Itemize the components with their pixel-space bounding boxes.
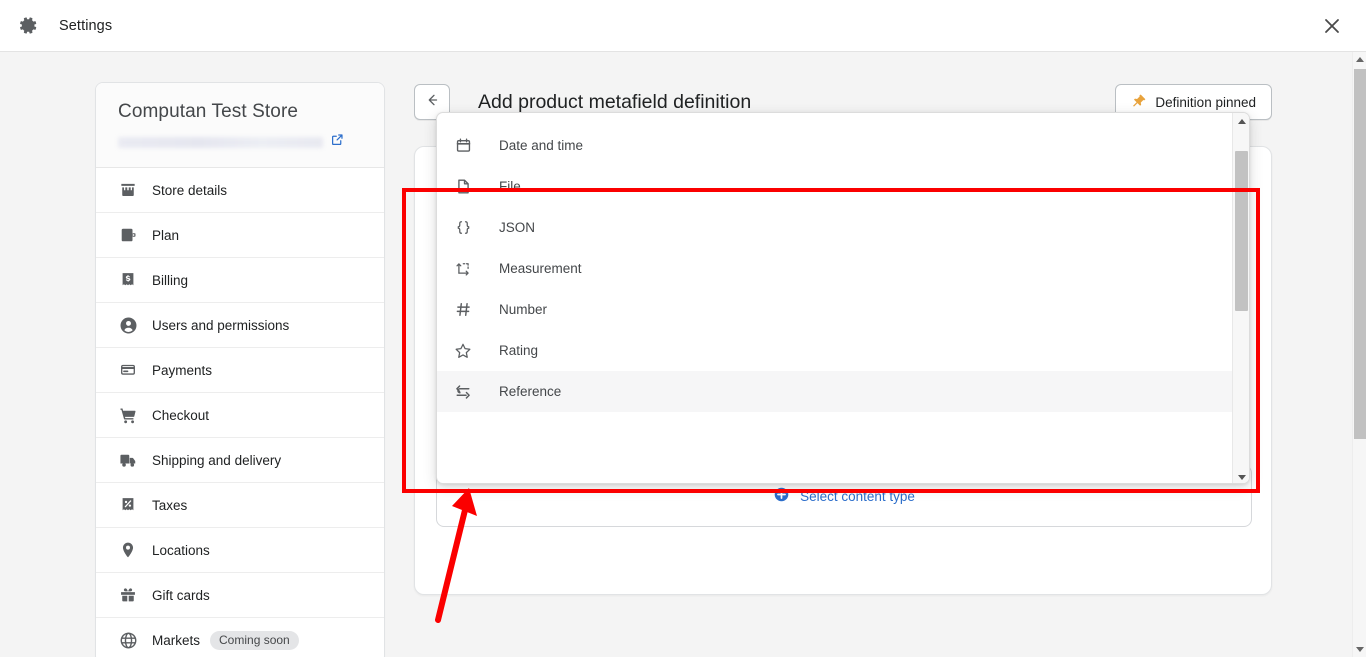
store-url-row[interactable] xyxy=(118,133,364,151)
status-badge: Coming soon xyxy=(210,631,299,650)
settings-page-body: Computan Test Store Store details Plan B… xyxy=(0,52,1352,657)
braces-icon xyxy=(453,218,473,238)
sidebar-item-markets[interactable]: Markets Coming soon xyxy=(96,618,384,657)
sidebar-item-taxes[interactable]: Taxes xyxy=(96,483,384,528)
dropdown-item-reference[interactable]: Reference xyxy=(437,371,1232,412)
external-link-icon[interactable] xyxy=(331,133,344,151)
gear-icon xyxy=(18,15,39,36)
location-pin-icon xyxy=(118,540,138,560)
globe-icon xyxy=(118,631,138,651)
scroll-down-arrow-icon[interactable] xyxy=(1353,642,1366,657)
payment-card-icon xyxy=(118,360,138,380)
calendar-icon xyxy=(453,136,473,156)
sidebar-item-label: Checkout xyxy=(152,407,210,423)
wallet-icon xyxy=(118,225,138,245)
shopping-cart-icon xyxy=(118,405,138,425)
sidebar-item-label: Locations xyxy=(152,542,210,558)
person-icon xyxy=(118,315,138,335)
dropdown-item-label: JSON xyxy=(499,220,536,235)
eyedropper-icon xyxy=(453,113,473,115)
dropdown-item-number[interactable]: Number xyxy=(437,289,1232,330)
dropdown-scrollbar[interactable] xyxy=(1232,113,1249,483)
sidebar-item-label: Store details xyxy=(152,182,228,198)
sidebar-item-locations[interactable]: Locations xyxy=(96,528,384,573)
dropdown-item-measurement[interactable]: Measurement xyxy=(437,248,1232,289)
dropdown-item-file[interactable]: File xyxy=(437,166,1232,207)
sidebar-item-label: Users and permissions xyxy=(152,317,290,333)
storefront-icon xyxy=(118,180,138,200)
dropdown-item-rating[interactable]: Rating xyxy=(437,330,1232,371)
gift-icon xyxy=(118,585,138,605)
sidebar-item-users-and-permissions[interactable]: Users and permissions xyxy=(96,303,384,348)
dropdown-item-label: Measurement xyxy=(499,261,582,276)
sidebar-item-label: Taxes xyxy=(152,497,188,513)
sidebar-item-store-details[interactable]: Store details xyxy=(96,168,384,213)
dropdown-item-label: Reference xyxy=(499,384,562,399)
arrow-left-icon xyxy=(423,91,441,114)
sidebar-item-label: Billing xyxy=(152,272,189,288)
settings-sidebar: Computan Test Store Store details Plan B… xyxy=(95,82,385,657)
store-url-redacted xyxy=(118,136,323,148)
store-name: Computan Test Store xyxy=(118,101,299,122)
percent-receipt-icon xyxy=(118,495,138,515)
dropdown-item-label: File xyxy=(499,179,521,194)
sidebar-item-label: Payments xyxy=(152,362,213,378)
select-content-type-label: Select content type xyxy=(800,488,915,504)
page-scrollbar-thumb[interactable] xyxy=(1354,69,1366,439)
delivery-truck-icon xyxy=(118,450,138,470)
file-icon xyxy=(453,177,473,197)
store-header: Computan Test Store xyxy=(96,83,384,168)
close-icon[interactable] xyxy=(1316,10,1348,42)
dropdown-item-label: Date and time xyxy=(499,138,584,153)
select-content-type-link[interactable]: Select content type xyxy=(773,486,915,506)
scroll-up-arrow-icon[interactable] xyxy=(1353,52,1366,67)
sidebar-item-label: Shipping and delivery xyxy=(152,452,282,468)
measurement-icon xyxy=(453,259,473,279)
billing-receipt-icon xyxy=(118,270,138,290)
plus-circle-icon xyxy=(773,486,790,506)
sidebar-item-shipping-and-delivery[interactable]: Shipping and delivery xyxy=(96,438,384,483)
sidebar-item-payments[interactable]: Payments xyxy=(96,348,384,393)
window-title-bar: Settings xyxy=(0,0,1366,52)
sidebar-item-billing[interactable]: Billing xyxy=(96,258,384,303)
dropdown-scrollbar-thumb[interactable] xyxy=(1235,151,1248,311)
sidebar-item-label: Plan xyxy=(152,227,180,243)
sidebar-item-gift-cards[interactable]: Gift cards xyxy=(96,573,384,618)
star-icon xyxy=(453,341,473,361)
reference-arrows-icon xyxy=(453,382,473,402)
sidebar-item-plan[interactable]: Plan xyxy=(96,213,384,258)
scroll-down-arrow-icon[interactable] xyxy=(1233,468,1249,483)
dropdown-item-color[interactable]: Color xyxy=(437,113,1232,125)
sidebar-item-label: Gift cards xyxy=(152,587,210,603)
hash-icon xyxy=(453,300,473,320)
page-title: Add product metafield definition xyxy=(478,90,752,113)
dropdown-item-date-and-time[interactable]: Date and time xyxy=(437,125,1232,166)
dropdown-item-label: Number xyxy=(499,302,548,317)
scroll-up-arrow-icon[interactable] xyxy=(1233,113,1249,130)
content-type-dropdown[interactable]: Color Date and time xyxy=(436,112,1250,484)
sidebar-item-label: Markets xyxy=(152,633,201,648)
window-title: Settings xyxy=(59,17,113,34)
definition-pinned-label: Definition pinned xyxy=(1155,94,1256,110)
content-type-list: Color Date and time xyxy=(437,113,1232,412)
dropdown-item-label: Rating xyxy=(499,343,539,358)
dropdown-item-json[interactable]: JSON xyxy=(437,207,1232,248)
sidebar-item-checkout[interactable]: Checkout xyxy=(96,393,384,438)
pin-icon xyxy=(1131,93,1147,112)
page-scrollbar[interactable] xyxy=(1352,52,1366,657)
